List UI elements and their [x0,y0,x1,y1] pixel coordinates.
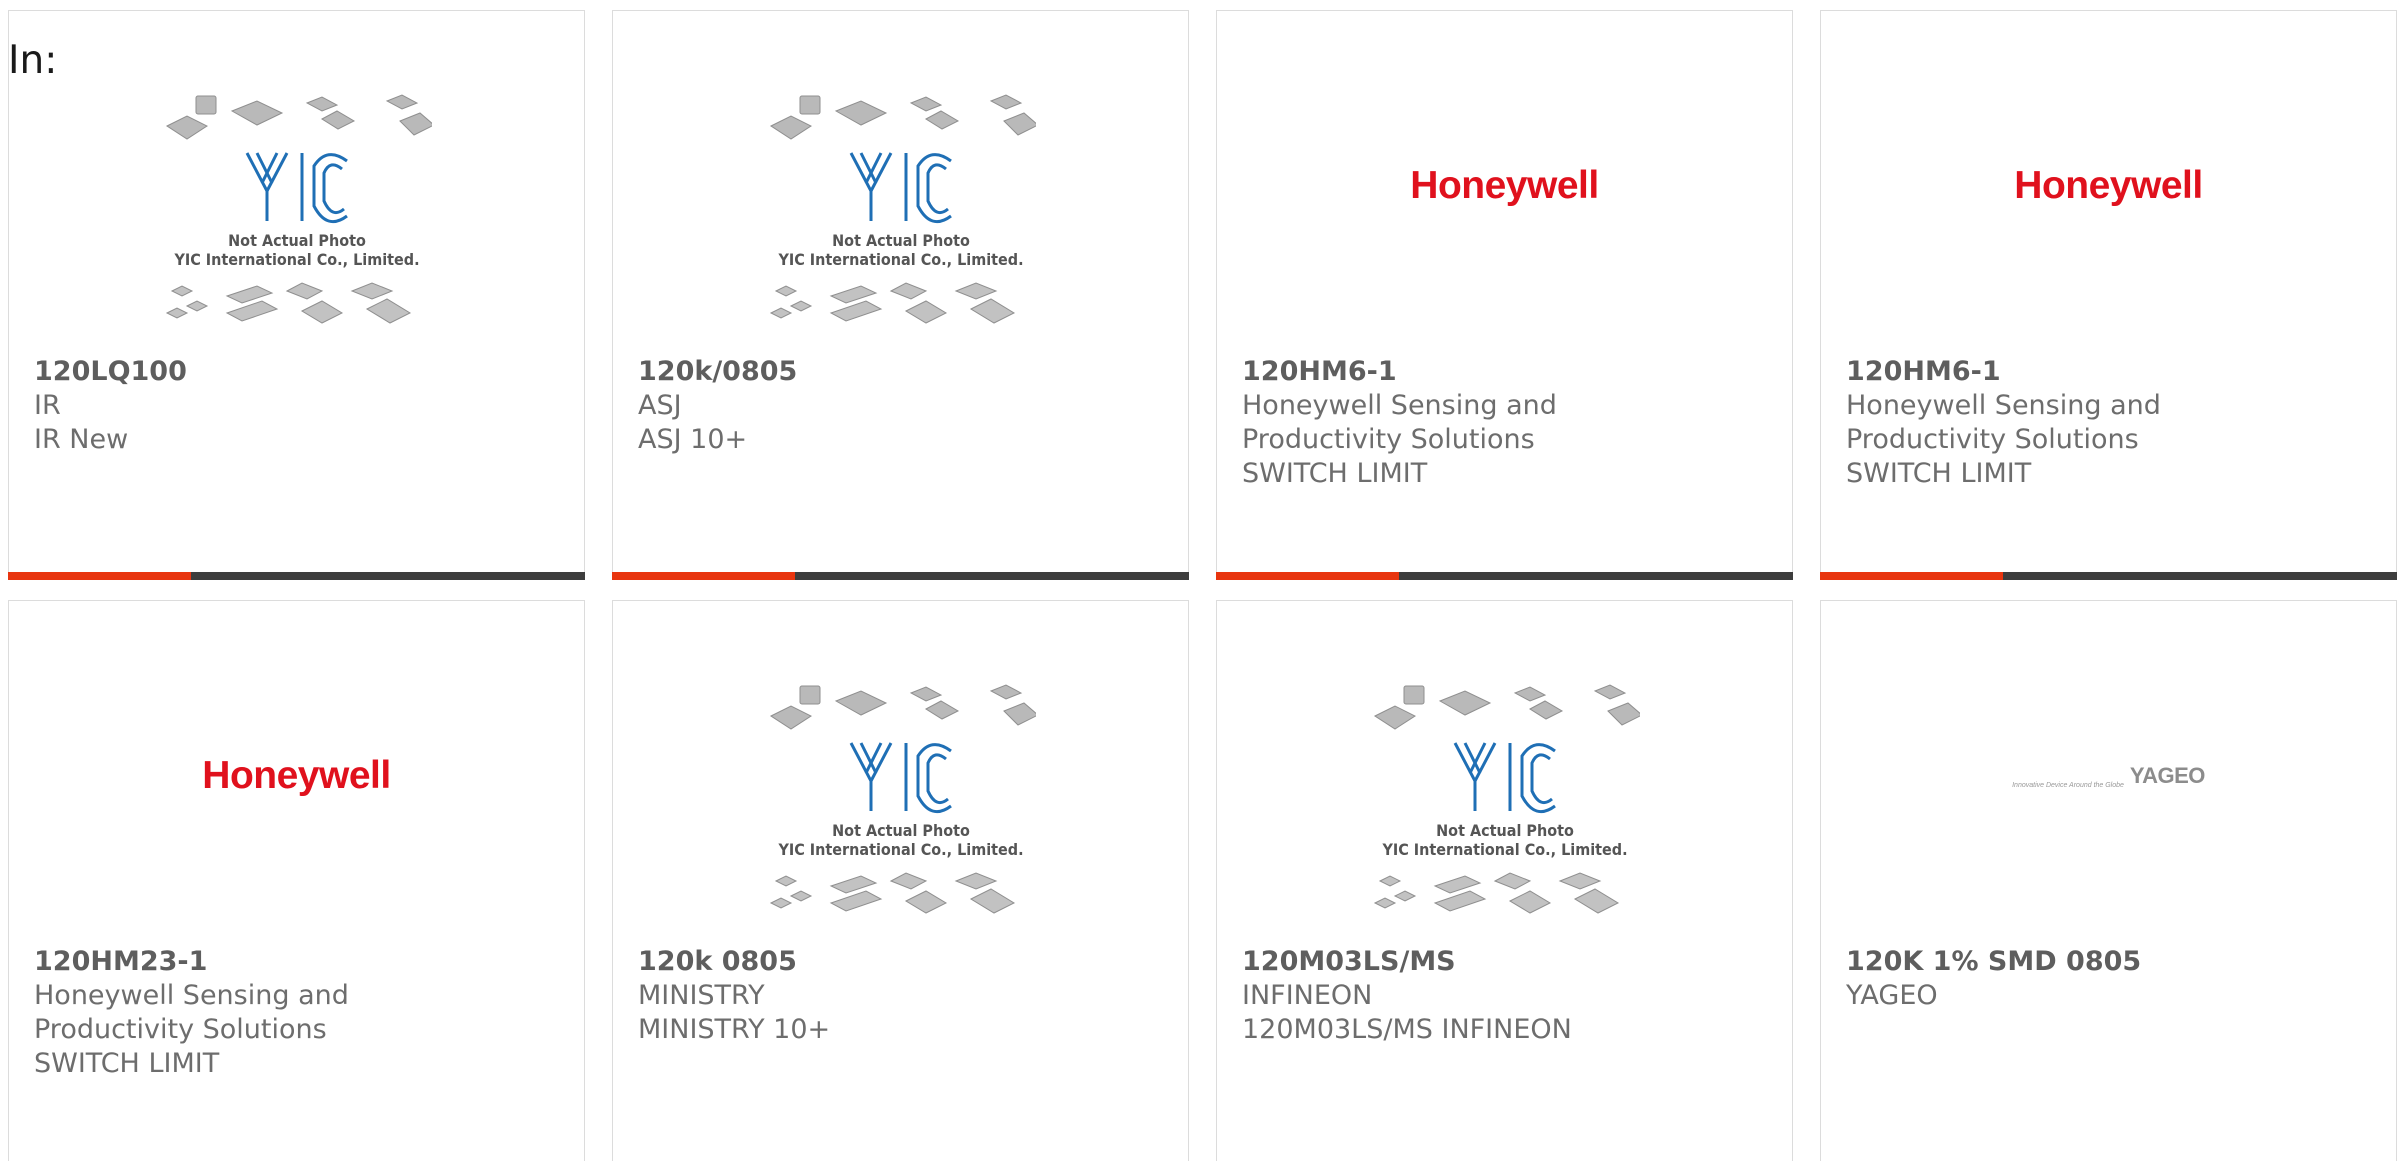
manufacturer-name: Productivity Solutions [34,1014,327,1045]
placeholder-caption-2: YIC International Co., Limited. [777,250,1023,269]
manufacturer-name: INFINEON [1242,980,1373,1011]
part-number-link[interactable]: 120LQ100 [34,355,564,389]
product-description: MINISTRY 10+ [638,1014,831,1045]
honeywell-logo[interactable]: Honeywell [1217,61,1792,311]
honeywell-logo-text: Honeywell [202,754,391,797]
product-meta: 120HM6-1 Honeywell Sensing and Productivit… [1242,355,1772,491]
card-footer-accent [612,572,795,580]
product-image-placeholder[interactable]: Not Actual Photo YIC International Co., … [613,61,1188,361]
placeholder-caption-2: YIC International Co., Limited. [777,840,1023,859]
product-card[interactable]: Not Actual Photo YIC International Co., … [1216,600,1793,1161]
card-footer-bar [612,572,1189,580]
product-image-placeholder[interactable]: Not Actual Photo YIC International Co., … [1217,651,1792,951]
product-meta: 120LQ100 IR IR New [34,355,564,457]
card-footer-bar [1216,572,1793,580]
product-description: SWITCH LIMIT [1846,458,2032,489]
product-meta: 120HM6-1 Honeywell Sensing and Productivit… [1846,355,2376,491]
product-grid-page: In: Not Actual Photo YIC International C… [0,0,2400,1161]
placeholder-caption-1: Not Actual Photo [228,231,366,250]
manufacturer-name: YAGEO [1846,980,1938,1011]
product-description: 120M03LS/MS INFINEON [1242,1014,1572,1045]
product-meta: 120HM23-1 Honeywell Sensing and Productivi… [34,945,564,1081]
product-meta: 120k 0805 MINISTRY MINISTRY 10+ [638,945,1168,1047]
yic-placeholder-graphic: Not Actual Photo YIC International Co., … [165,94,432,324]
product-description: SWITCH LIMIT [1242,458,1428,489]
manufacturer-name: Honeywell Sensing and [1242,390,1557,421]
product-meta: 120k/0805 ASJ ASJ 10+ [638,355,1168,457]
card-footer-accent [1216,572,1399,580]
part-number-link[interactable]: 120HM23-1 [34,945,564,979]
yic-placeholder-graphic: Not Actual Photo YIC International Co., … [769,94,1036,324]
yageo-logo-group: Innovative Device Around the Globe YAGEO [2012,763,2205,789]
card-footer-bar [1820,572,2397,580]
honeywell-logo-text: Honeywell [2014,164,2203,207]
yageo-logo-text: YAGEO [2129,763,2205,788]
product-description: ASJ 10+ [638,424,748,455]
product-card[interactable]: Honeywell 120HM6-1 Honeywell Sensing and Pr… [1216,10,1793,580]
part-number-link[interactable]: 120K 1% SMD 0805 [1846,945,2376,979]
product-grid: Not Actual Photo YIC International Co., … [0,0,2400,1161]
product-card[interactable]: Innovative Device Around the Globe YAGEO 1… [1820,600,2397,1161]
manufacturer-name: Productivity Solutions [1846,424,2139,455]
part-number-link[interactable]: 120HM6-1 [1846,355,2376,389]
yageo-tagline: Innovative Device Around the Globe [2012,782,2124,789]
manufacturer-name: MINISTRY [638,980,765,1011]
product-card[interactable]: Honeywell 120HM6-1 Honeywell Sensing and Pr… [1820,10,2397,580]
filter-label: In: [8,38,58,83]
card-footer-bar [8,572,585,580]
product-card[interactable]: Not Actual Photo YIC International Co., … [612,600,1189,1161]
yic-placeholder-graphic: Not Actual Photo YIC International Co., … [1373,684,1640,914]
placeholder-caption-1: Not Actual Photo [832,231,970,250]
product-description: SWITCH LIMIT [34,1048,220,1079]
product-card[interactable]: Not Actual Photo YIC International Co., … [612,10,1189,580]
manufacturer-name: Honeywell Sensing and [1846,390,2161,421]
yageo-logo[interactable]: Innovative Device Around the Globe YAGEO [1821,651,2396,901]
part-number-link[interactable]: 120k/0805 [638,355,1168,389]
placeholder-caption-2: YIC International Co., Limited. [1381,840,1627,859]
yic-placeholder-graphic: Not Actual Photo YIC International Co., … [769,684,1036,914]
product-card[interactable]: Not Actual Photo YIC International Co., … [8,10,585,580]
product-card[interactable]: Honeywell 120HM23-1 Honeywell Sensing and P… [8,600,585,1161]
placeholder-caption-1: Not Actual Photo [1436,821,1574,840]
manufacturer-name: ASJ [638,390,682,421]
manufacturer-name: Honeywell Sensing and [34,980,349,1011]
honeywell-logo-text: Honeywell [1410,164,1599,207]
manufacturer-name: IR [34,390,61,421]
part-number-link[interactable]: 120M03LS/MS [1242,945,1772,979]
card-footer-accent [8,572,191,580]
product-image-placeholder[interactable]: Not Actual Photo YIC International Co., … [9,61,584,361]
card-footer-accent [1820,572,2003,580]
placeholder-caption-1: Not Actual Photo [832,821,970,840]
honeywell-logo[interactable]: Honeywell [9,651,584,901]
manufacturer-name: Productivity Solutions [1242,424,1535,455]
product-image-placeholder[interactable]: Not Actual Photo YIC International Co., … [613,651,1188,951]
honeywell-logo[interactable]: Honeywell [1821,61,2396,311]
part-number-link[interactable]: 120HM6-1 [1242,355,1772,389]
product-meta: 120M03LS/MS INFINEON 120M03LS/MS INFINEON [1242,945,1772,1047]
part-number-link[interactable]: 120k 0805 [638,945,1168,979]
product-description: IR New [34,424,129,455]
product-meta: 120K 1% SMD 0805 YAGEO [1846,945,2376,1013]
placeholder-caption-2: YIC International Co., Limited. [173,250,419,269]
